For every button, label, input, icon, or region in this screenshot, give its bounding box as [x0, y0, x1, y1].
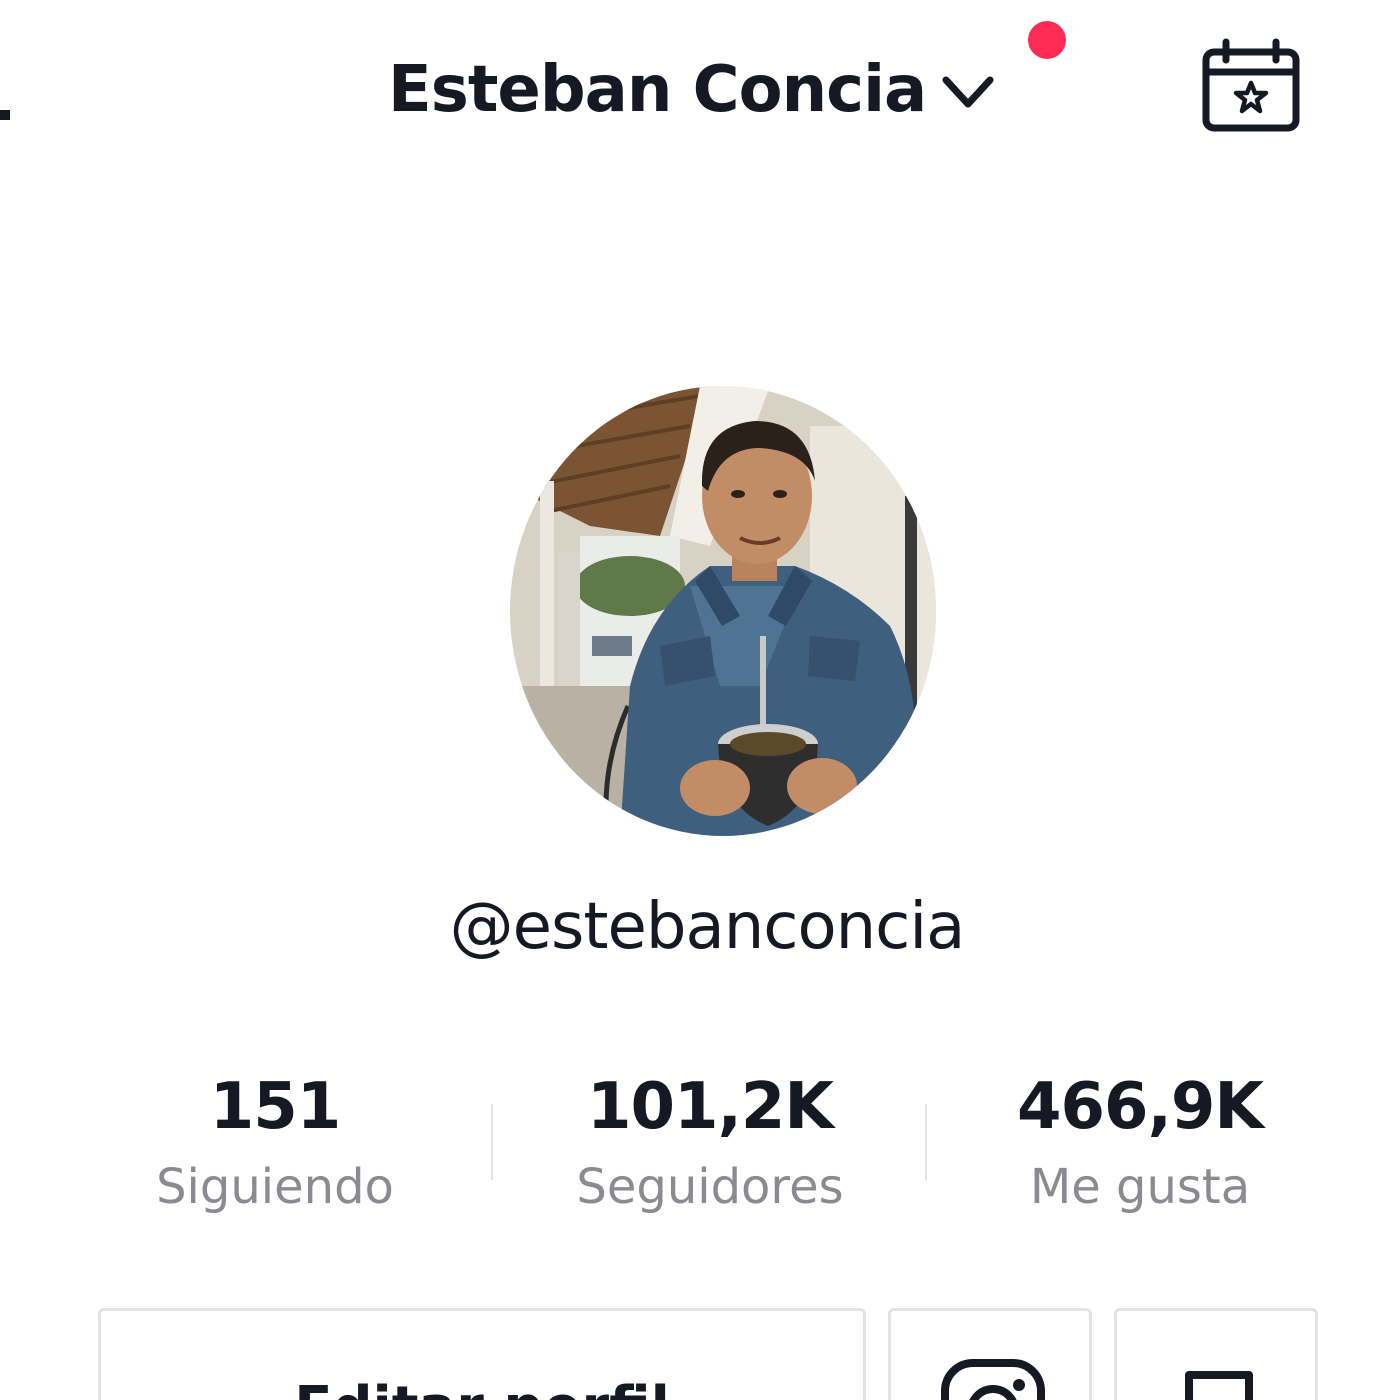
followers-label: Seguidores	[576, 1159, 844, 1215]
back-icon-fragment[interactable]	[0, 110, 10, 120]
stat-likes[interactable]: 466,9K Me gusta	[960, 1062, 1320, 1222]
instagram-button[interactable]	[888, 1308, 1092, 1400]
chevron-down-icon	[942, 76, 994, 108]
instagram-icon	[941, 1359, 1045, 1400]
edit-profile-button[interactable]: Editar perfil	[98, 1308, 866, 1400]
creator-calendar-button[interactable]	[1196, 38, 1306, 138]
profile-page: Esteban Concia @estebanconcia 151 Siguie…	[0, 0, 1400, 1400]
edit-profile-label: Editar perfil	[101, 1375, 863, 1400]
likes-label: Me gusta	[1029, 1159, 1251, 1215]
avatar-photo	[510, 386, 936, 836]
username-handle: @estebanconcia	[449, 890, 966, 964]
stat-divider	[925, 1104, 927, 1180]
avatar[interactable]	[510, 386, 936, 836]
following-count: 151	[209, 1070, 342, 1144]
account-switcher[interactable]: Esteban Concia	[388, 40, 996, 140]
stat-followers[interactable]: 101,2K Seguidores	[520, 1062, 900, 1222]
followers-count: 101,2K	[586, 1070, 834, 1144]
stat-following[interactable]: 151 Siguiendo	[100, 1062, 450, 1222]
bookmark-icon	[1185, 1371, 1253, 1400]
stat-divider	[491, 1104, 493, 1180]
likes-count: 466,9K	[1016, 1070, 1264, 1144]
following-label: Siguiendo	[156, 1159, 394, 1215]
account-name: Esteban Concia	[388, 53, 927, 127]
bookmark-button[interactable]	[1114, 1308, 1318, 1400]
notification-dot	[1028, 21, 1066, 59]
calendar-star-icon	[1202, 38, 1300, 132]
